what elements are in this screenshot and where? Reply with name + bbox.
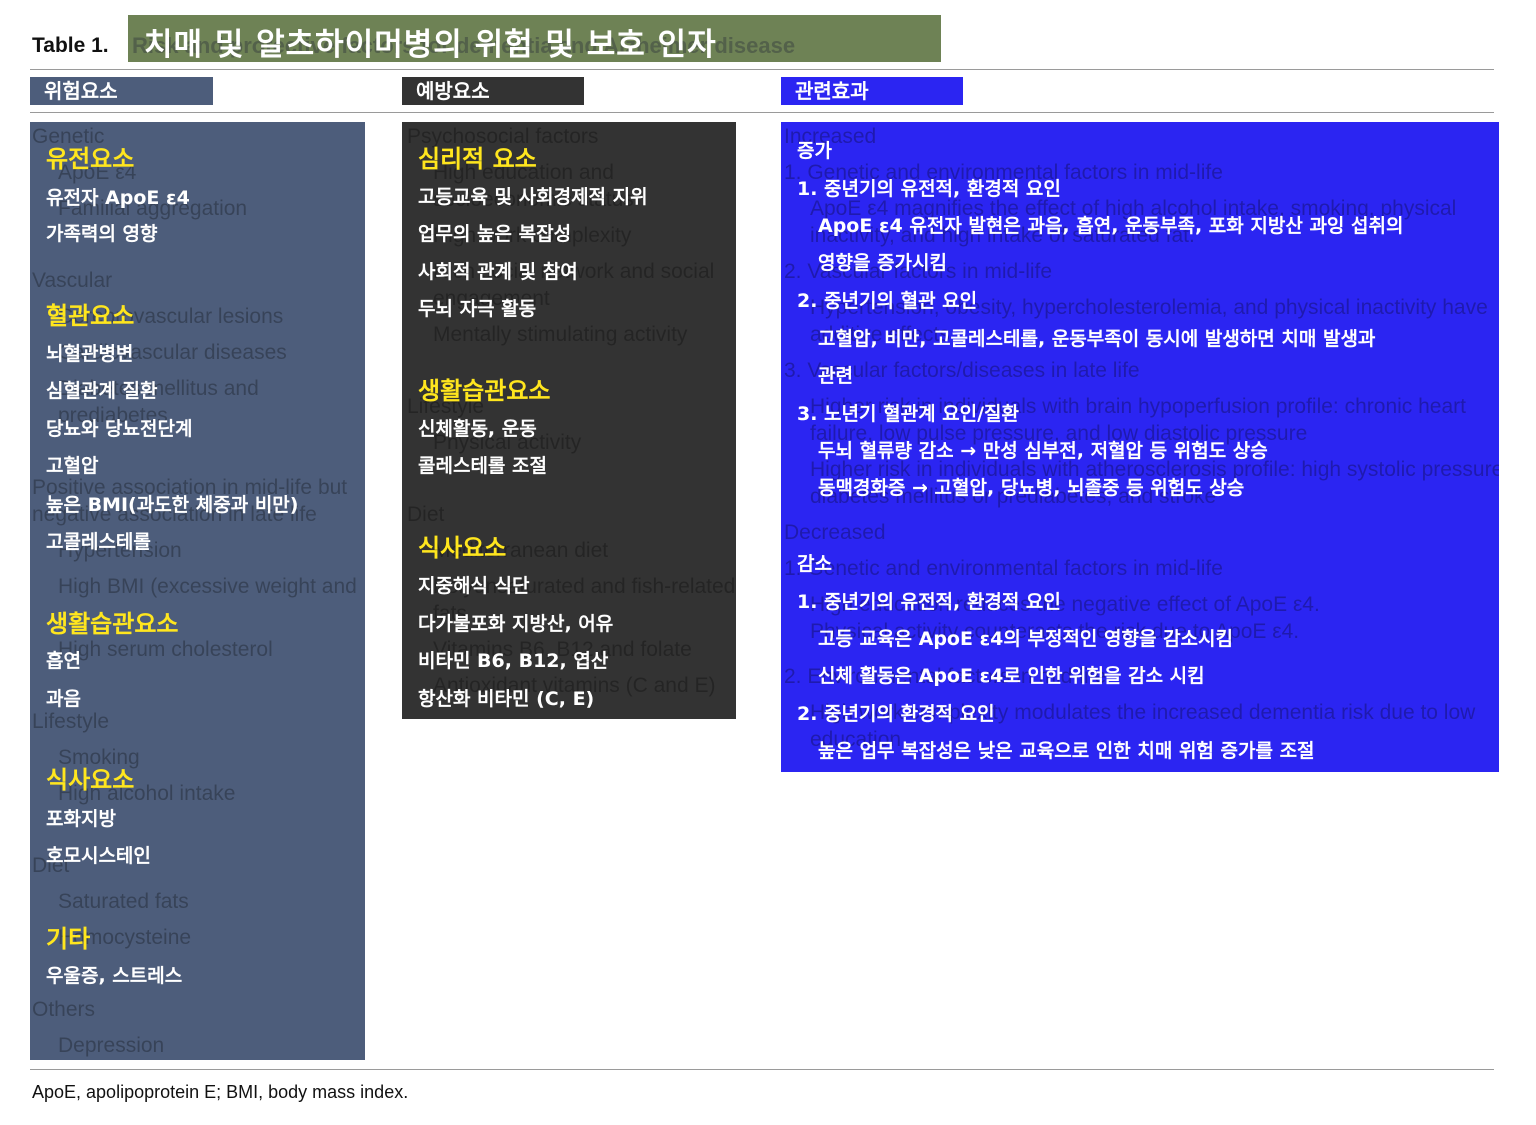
ghost-line: Diet [407, 503, 445, 526]
risk-item: 높은 BMI(과도한 체중과 비만) [46, 494, 299, 516]
risk-genetic-heading: 유전요소 [46, 145, 135, 173]
prevention-item: 고등교육 및 사회경제적 지위 [418, 186, 648, 208]
effects-line: ApoE ε4 유전자 발현은 과음, 흡연, 운동부족, 포화 지방산 과잉 … [818, 215, 1404, 237]
effects-line: 관련 [818, 365, 853, 387]
ghost-line: Mentally stimulating activity [433, 323, 688, 346]
ghost-line: High BMI (excessive weight and [58, 575, 357, 598]
ghost-line: Vascular [32, 269, 113, 292]
effects-line: 동맥경화증 → 고혈압, 당뇨병, 뇌졸중 등 위험도 상승 [818, 477, 1245, 499]
column-header-risk: 위험요소 [30, 77, 213, 105]
page-title: 치매 및 알츠하이머병의 위험 및 보호 인자 [144, 27, 717, 62]
column-header-prevention: 예방요소 [402, 77, 584, 105]
effects-line: 영향을 증가시킴 [818, 252, 947, 274]
risk-vascular-heading: 혈관요소 [46, 302, 135, 330]
ghost-line: 1. Genetic and environmental factors in … [784, 557, 1223, 580]
column-header-prevention-label: 예방요소 [416, 79, 490, 103]
risk-item: 고콜레스테롤 [46, 531, 151, 553]
combined-effects-panel: Increased 1. Genetic and environmental f… [781, 122, 1499, 772]
effects-line: 고등 교육은 ApoE ε4의 부정적인 영향을 감소시킴 [818, 628, 1233, 650]
prevention-item: 비타민 B6, B12, 엽산 [418, 650, 609, 672]
risk-item: 가족력의 영향 [46, 223, 158, 245]
column-header-effects-label: 관련효과 [795, 79, 869, 103]
effects-group-title: 2. 중년기의 환경적 요인 [797, 703, 995, 725]
effects-line: 신체 활동은 ApoE ε4로 인한 위험을 감소 시킴 [818, 665, 1205, 687]
risk-others-heading: 기타 [46, 925, 91, 953]
bottom-rule [30, 1069, 1494, 1070]
prevention-item: 콜레스테롤 조절 [418, 455, 547, 477]
risk-item: 당뇨와 당뇨전단계 [46, 418, 193, 440]
header-rule [30, 112, 1494, 113]
column-header-effects: 관련효과 [781, 77, 963, 105]
effects-line: 두뇌 혈류량 감소 → 만성 심부전, 저혈압 등 위험도 상승 [818, 440, 1268, 462]
risk-item: 과음 [46, 688, 81, 710]
ghost-line: Depression [58, 1034, 165, 1057]
table-number: Table 1. [32, 34, 109, 57]
footnote: ApoE, apolipoprotein E; BMI, body mass i… [32, 1082, 409, 1102]
title-banner: Risk and protective factors for dementia… [128, 15, 941, 62]
risk-item: 흡연 [46, 650, 81, 672]
effects-group-title: 3. 노년기 혈관계 요인/질환 [797, 403, 1020, 425]
prevention-lifestyle-heading: 생활습관요소 [418, 377, 551, 405]
risk-factors-panel: Genetic ApoE ε4 Familial aggregation Vas… [30, 122, 365, 1060]
risk-item: 우울증, 스트레스 [46, 965, 183, 987]
ghost-line: Others [32, 998, 96, 1021]
risk-lifestyle-heading: 생활습관요소 [46, 610, 179, 638]
ghost-line: Lifestyle [32, 710, 110, 733]
risk-item: 포화지방 [46, 808, 116, 830]
risk-item: 호모시스테인 [46, 845, 151, 867]
top-rule [30, 69, 1494, 70]
effects-line: 높은 업무 복잡성은 낮은 교육으로 인한 치매 위험 증가를 조절 [818, 740, 1315, 762]
prevention-item: 사회적 관계 및 참여 [418, 261, 578, 283]
prevention-item: 업무의 높은 복잡성 [418, 223, 572, 245]
column-header-risk-label: 위험요소 [44, 79, 118, 103]
prevention-item: 신체활동, 운동 [418, 418, 537, 440]
prevention-item: 항산화 비타민 (C, E) [418, 688, 595, 710]
risk-item: 유전자 ApoE ε4 [46, 187, 190, 209]
protective-factors-panel: Psychosocial factors High education and … [402, 122, 736, 719]
ghost-line: High serum cholesterol [58, 638, 273, 661]
effects-line: 고혈압, 비만, 고콜레스테롤, 운동부족이 동시에 발생하면 치매 발생과 [818, 328, 1376, 350]
prevention-item: 다가불포화 지방산, 어유 [418, 613, 614, 635]
effects-increased-heading: 증가 [797, 140, 832, 162]
risk-diet-heading: 식사요소 [46, 766, 135, 794]
prevention-item: 두뇌 자극 활동 [418, 298, 537, 320]
prevention-psychosocial-heading: 심리적 요소 [418, 145, 537, 173]
risk-item: 심혈관계 질환 [46, 380, 158, 402]
prevention-item: 지중해식 식단 [418, 575, 530, 597]
effects-group-title: 1. 중년기의 유전적, 환경적 요인 [797, 591, 1061, 613]
effects-group-title: 1. 중년기의 유전적, 환경적 요인 [797, 178, 1061, 200]
ghost-line: Decreased [784, 521, 886, 544]
risk-item: 고혈압 [46, 455, 99, 477]
prevention-diet-heading: 식사요소 [418, 534, 507, 562]
risk-item: 뇌혈관병변 [46, 343, 134, 365]
effects-group-title: 2. 중년기의 혈관 요인 [797, 290, 978, 312]
ghost-line: Saturated fats [58, 890, 189, 913]
effects-decreased-heading: 감소 [797, 553, 832, 575]
